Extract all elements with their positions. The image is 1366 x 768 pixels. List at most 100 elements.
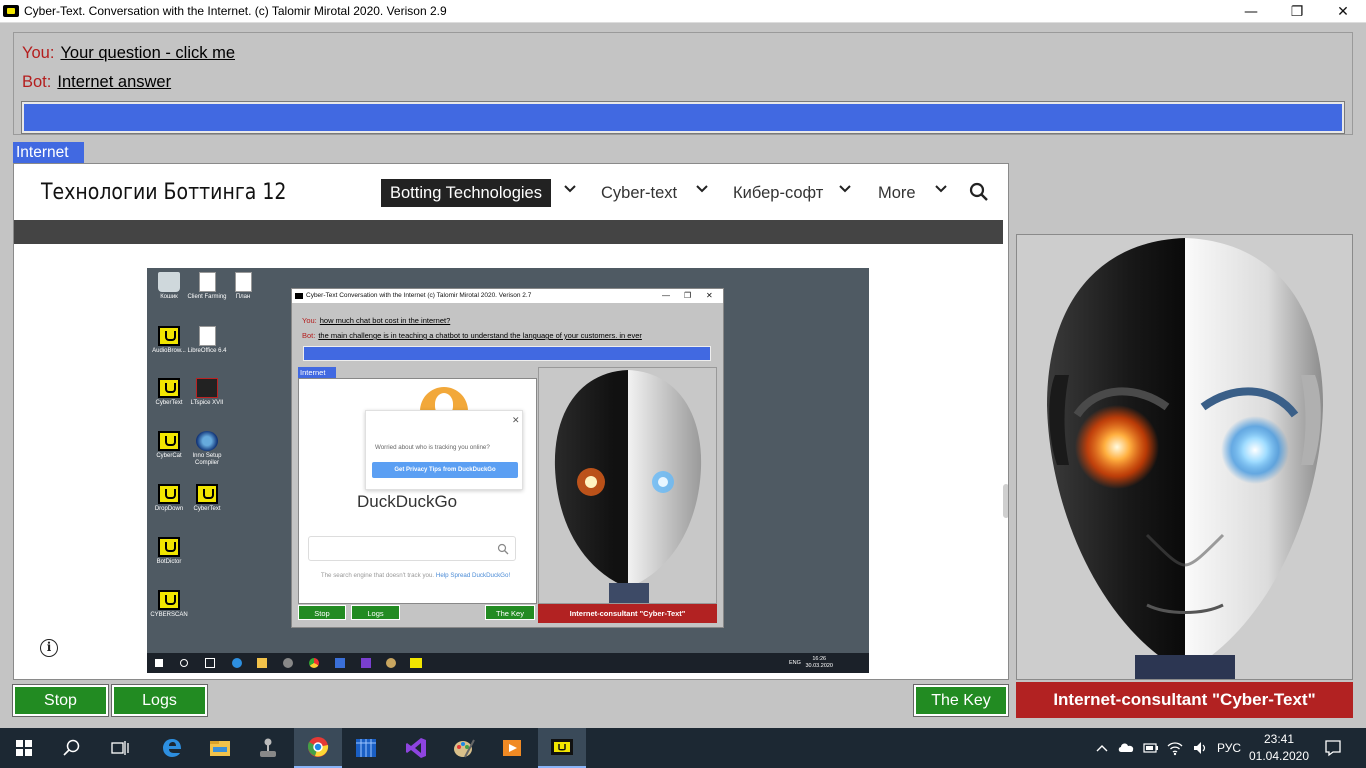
- desktop-icon: CyberText: [187, 484, 227, 513]
- document-icon: [234, 272, 252, 292]
- logs-button[interactable]: Logs: [111, 684, 208, 717]
- taskbar-file-explorer[interactable]: [196, 728, 244, 768]
- consultant-label: Internet-consultant "Cyber-Text": [1016, 682, 1353, 718]
- desktop-icon: CYBERSCAN: [149, 590, 189, 619]
- desktop-icon-label: Inno Setup Compiler: [192, 453, 222, 466]
- search-button[interactable]: [48, 728, 96, 768]
- you-prefix: You:: [22, 44, 55, 62]
- search-icon[interactable]: [968, 181, 990, 203]
- chrome-icon: [307, 737, 329, 757]
- taskbar-edge[interactable]: [148, 728, 196, 768]
- embedded-robot-face-image: [538, 367, 717, 604]
- chevron-up-icon[interactable]: [1096, 743, 1108, 753]
- desktop-icon-label: LibreOffice 6.4: [187, 348, 227, 354]
- cybertext-icon: [158, 378, 180, 398]
- embedded-internet-tab: Internet: [298, 367, 336, 378]
- taskbar-visual-studio[interactable]: [392, 728, 440, 768]
- nav-more[interactable]: More: [878, 179, 916, 207]
- cybertext-icon: [158, 326, 180, 346]
- key-button[interactable]: The Key: [913, 684, 1009, 717]
- you-line: You: Your question - click me: [22, 44, 235, 63]
- chevron-down-icon[interactable]: [563, 182, 577, 196]
- battery-icon[interactable]: [1143, 741, 1159, 755]
- clock[interactable]: 23:41 01.04.2020: [1244, 731, 1314, 765]
- embedded-close-icon: ✕: [706, 291, 713, 300]
- close-icon: ✕: [512, 416, 520, 426]
- wifi-icon[interactable]: [1167, 740, 1183, 756]
- question-link[interactable]: Your question - click me: [60, 44, 235, 62]
- joystick-icon: [283, 658, 293, 668]
- browser-view[interactable]: Технологии Боттинга 12 Botting Technolog…: [13, 163, 1009, 680]
- ddg-tagline-link: Help Spread DuckDuckGo!: [435, 572, 511, 579]
- taskbar-media-player[interactable]: [488, 728, 536, 768]
- ddg-search-input: [308, 536, 516, 561]
- app-icon: [3, 5, 19, 17]
- ddg-privacy-popup: ✕ Worried about who is tracking you onli…: [365, 410, 523, 490]
- embedded-window-title: Cyber-Text Conversation with the Interne…: [306, 292, 532, 299]
- embedded-taskbar: ENG 16:26 30.03.2020: [147, 653, 869, 673]
- minimize-button[interactable]: —: [1228, 0, 1274, 23]
- app-grid-icon: [335, 658, 345, 668]
- embedded-app-icon: [295, 293, 303, 299]
- desktop-icon-label: CyberText: [155, 400, 183, 406]
- paint-icon: [386, 658, 396, 668]
- start-icon: [16, 740, 32, 756]
- notifications-icon[interactable]: [1324, 739, 1342, 757]
- embedded-tray-time: 16:26: [812, 656, 827, 662]
- language-indicator[interactable]: РУС: [1217, 741, 1241, 755]
- header-divider-bar: [14, 220, 1003, 244]
- task-view-icon: [205, 658, 215, 668]
- desktop-icon: DropDown: [149, 484, 189, 513]
- close-button[interactable]: ✕: [1320, 0, 1366, 23]
- nav-kiber-soft[interactable]: Кибер-софт: [733, 179, 823, 207]
- embedded-title-bar: Cyber-Text Conversation with the Interne…: [292, 289, 723, 303]
- start-button[interactable]: [0, 728, 48, 768]
- paint-icon: [454, 739, 475, 758]
- title-bar: Cyber-Text. Conversation with the Intern…: [0, 0, 1366, 23]
- ltspice-icon: [196, 378, 218, 398]
- desktop-icon: LTspice XVII: [187, 378, 227, 407]
- question-input[interactable]: [21, 101, 1345, 134]
- embedded-tray-clock: 16:26 30.03.2020: [805, 656, 833, 670]
- chevron-down-icon[interactable]: [695, 182, 709, 196]
- nav-cyber-text[interactable]: Cyber-text: [601, 179, 677, 207]
- chevron-down-icon[interactable]: [838, 182, 852, 196]
- desktop-icon-label: CyberCat: [156, 453, 182, 459]
- restore-button[interactable]: ❐: [1274, 0, 1320, 23]
- document-icon: [198, 272, 216, 292]
- answer-link[interactable]: Internet answer: [57, 73, 171, 91]
- desktop-icon: Client Farming: [187, 272, 227, 301]
- ddg-privacy-button: Get Privacy Tips from DuckDuckGo: [372, 462, 518, 478]
- desktop-icon: AudioBrow...: [149, 326, 189, 355]
- desktop-icon: Inno Setup Compiler: [187, 431, 227, 467]
- task-view-button[interactable]: [96, 728, 144, 768]
- taskbar-joystick[interactable]: [244, 728, 292, 768]
- nav-botting-technologies[interactable]: Botting Technologies: [381, 179, 551, 207]
- search-icon: [63, 739, 80, 756]
- desktop-icon-label: LTspice XVII: [190, 400, 224, 406]
- minimize-icon: —: [1244, 3, 1258, 20]
- scrollbar[interactable]: [1003, 484, 1008, 518]
- internet-tab[interactable]: Internet: [13, 142, 84, 163]
- file-explorer-icon: [210, 741, 230, 756]
- media-player-icon: [503, 740, 521, 756]
- site-title[interactable]: Технологии Боттинга 12: [41, 180, 286, 205]
- stop-button[interactable]: Stop: [12, 684, 109, 717]
- taskbar-chrome[interactable]: [294, 728, 342, 768]
- taskbar-paint[interactable]: [440, 728, 488, 768]
- desktop-icon-label: AudioBrow...: [152, 348, 186, 354]
- taskbar-cybertext[interactable]: [538, 728, 586, 768]
- taskbar-app-grid[interactable]: [342, 728, 390, 768]
- inno-setup-icon: [196, 431, 218, 451]
- embedded-bot-prefix: Bot:: [302, 331, 316, 340]
- search-icon: [180, 659, 188, 667]
- cloud-icon[interactable]: [1117, 741, 1135, 753]
- desktop-icon: Кошик: [149, 272, 189, 301]
- volume-icon[interactable]: [1192, 740, 1208, 756]
- recycle-bin-icon: [158, 272, 180, 292]
- info-icon[interactable]: i: [40, 639, 58, 657]
- embedded-logs-button: Logs: [351, 605, 400, 620]
- embedded-bot-line: Bot: the main challenge is in teaching a …: [302, 331, 717, 340]
- chevron-down-icon[interactable]: [934, 182, 948, 196]
- embedded-tray-lang: ENG: [789, 660, 801, 666]
